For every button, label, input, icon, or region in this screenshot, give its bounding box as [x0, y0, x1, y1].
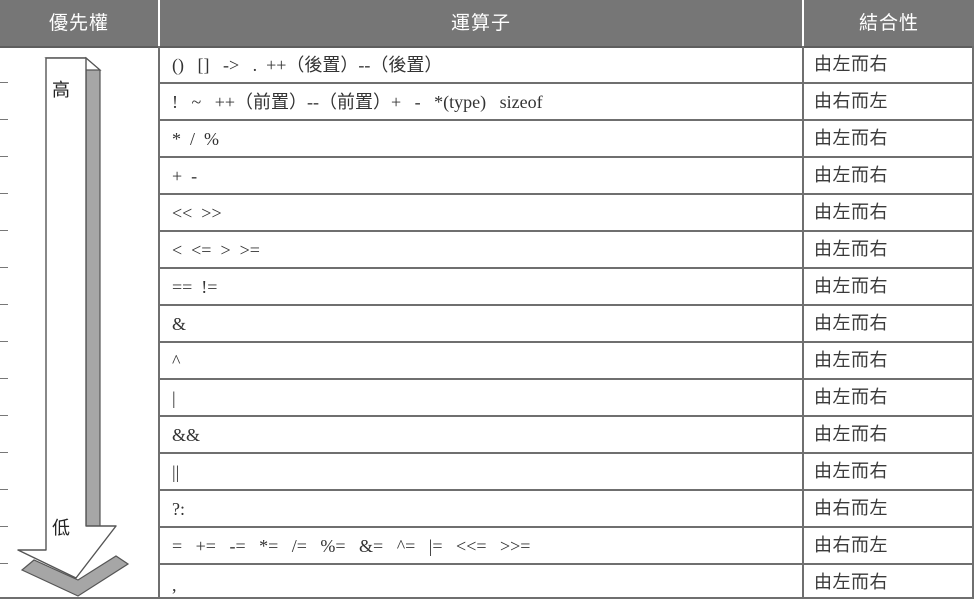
associativity-cell: 由左而右	[814, 54, 888, 75]
table-row: == != 由左而右	[0, 269, 974, 305]
table-row: + - 由左而右	[0, 158, 974, 194]
operators-cell: ?:	[172, 499, 185, 519]
operators-cell: ! ~ ++（前置）--（前置）+ - *(type) sizeof	[172, 92, 543, 112]
associativity-cell: 由左而右	[814, 239, 888, 260]
table-row: ?: 由右而左	[0, 491, 974, 527]
table-row: () [] -> . ++（後置）--（後置） 由左而右	[0, 47, 974, 83]
table-row: ^ 由左而右	[0, 343, 974, 379]
operators-cell: + -	[172, 166, 198, 186]
operators-cell: * / %	[172, 129, 219, 149]
operators-cell: &	[172, 314, 187, 334]
table-row: || 由左而右	[0, 454, 974, 490]
operators-cell: () [] -> . ++（後置）--（後置）	[172, 55, 443, 75]
table-row: * / % 由左而右	[0, 121, 974, 157]
operators-cell: |	[172, 388, 176, 408]
operators-cell: ||	[172, 462, 180, 482]
operator-precedence-table: 優先權 運算子 結合性 高 低 () [] -> . ++（後置）--（後置） …	[0, 0, 974, 599]
table-row: = += -= *= /= %= &= ^= |= <<= >>= 由右而左	[0, 528, 974, 564]
operators-cell: ,	[172, 575, 177, 595]
associativity-cell: 由左而右	[814, 276, 888, 297]
table-row: < <= > >= 由左而右	[0, 232, 974, 268]
table-row: << >> 由左而右	[0, 195, 974, 231]
associativity-cell: 由左而右	[814, 572, 888, 593]
header-operators: 運算子	[450, 12, 511, 34]
associativity-cell: 由右而左	[814, 498, 888, 519]
operators-cell: ^	[172, 351, 181, 371]
associativity-cell: 由左而右	[814, 128, 888, 149]
operators-cell: = += -= *= /= %= &= ^= |= <<= >>=	[172, 536, 531, 556]
table-row: ! ~ ++（前置）--（前置）+ - *(type) sizeof 由右而左	[0, 84, 974, 120]
operators-cell: << >>	[172, 203, 222, 223]
operators-cell: < <= > >=	[172, 240, 260, 260]
associativity-cell: 由左而右	[814, 313, 888, 334]
table-row: & 由左而右	[0, 306, 974, 342]
operators-cell: &&	[172, 425, 201, 445]
header-associativity: 結合性	[858, 12, 919, 34]
table-row: && 由左而右	[0, 417, 974, 453]
associativity-cell: 由右而左	[814, 535, 888, 556]
associativity-cell: 由左而右	[814, 387, 888, 408]
table-row: | 由左而右	[0, 380, 974, 416]
header-priority: 優先權	[48, 12, 109, 34]
associativity-cell: 由左而右	[814, 165, 888, 186]
operators-cell: == !=	[172, 277, 218, 297]
table-header: 優先權 運算子 結合性	[0, 0, 974, 48]
associativity-cell: 由右而左	[814, 91, 888, 112]
table-row: , 由左而右	[0, 565, 974, 601]
associativity-cell: 由左而右	[814, 350, 888, 371]
associativity-cell: 由左而右	[814, 424, 888, 445]
associativity-cell: 由左而右	[814, 202, 888, 223]
associativity-cell: 由左而右	[814, 461, 888, 482]
